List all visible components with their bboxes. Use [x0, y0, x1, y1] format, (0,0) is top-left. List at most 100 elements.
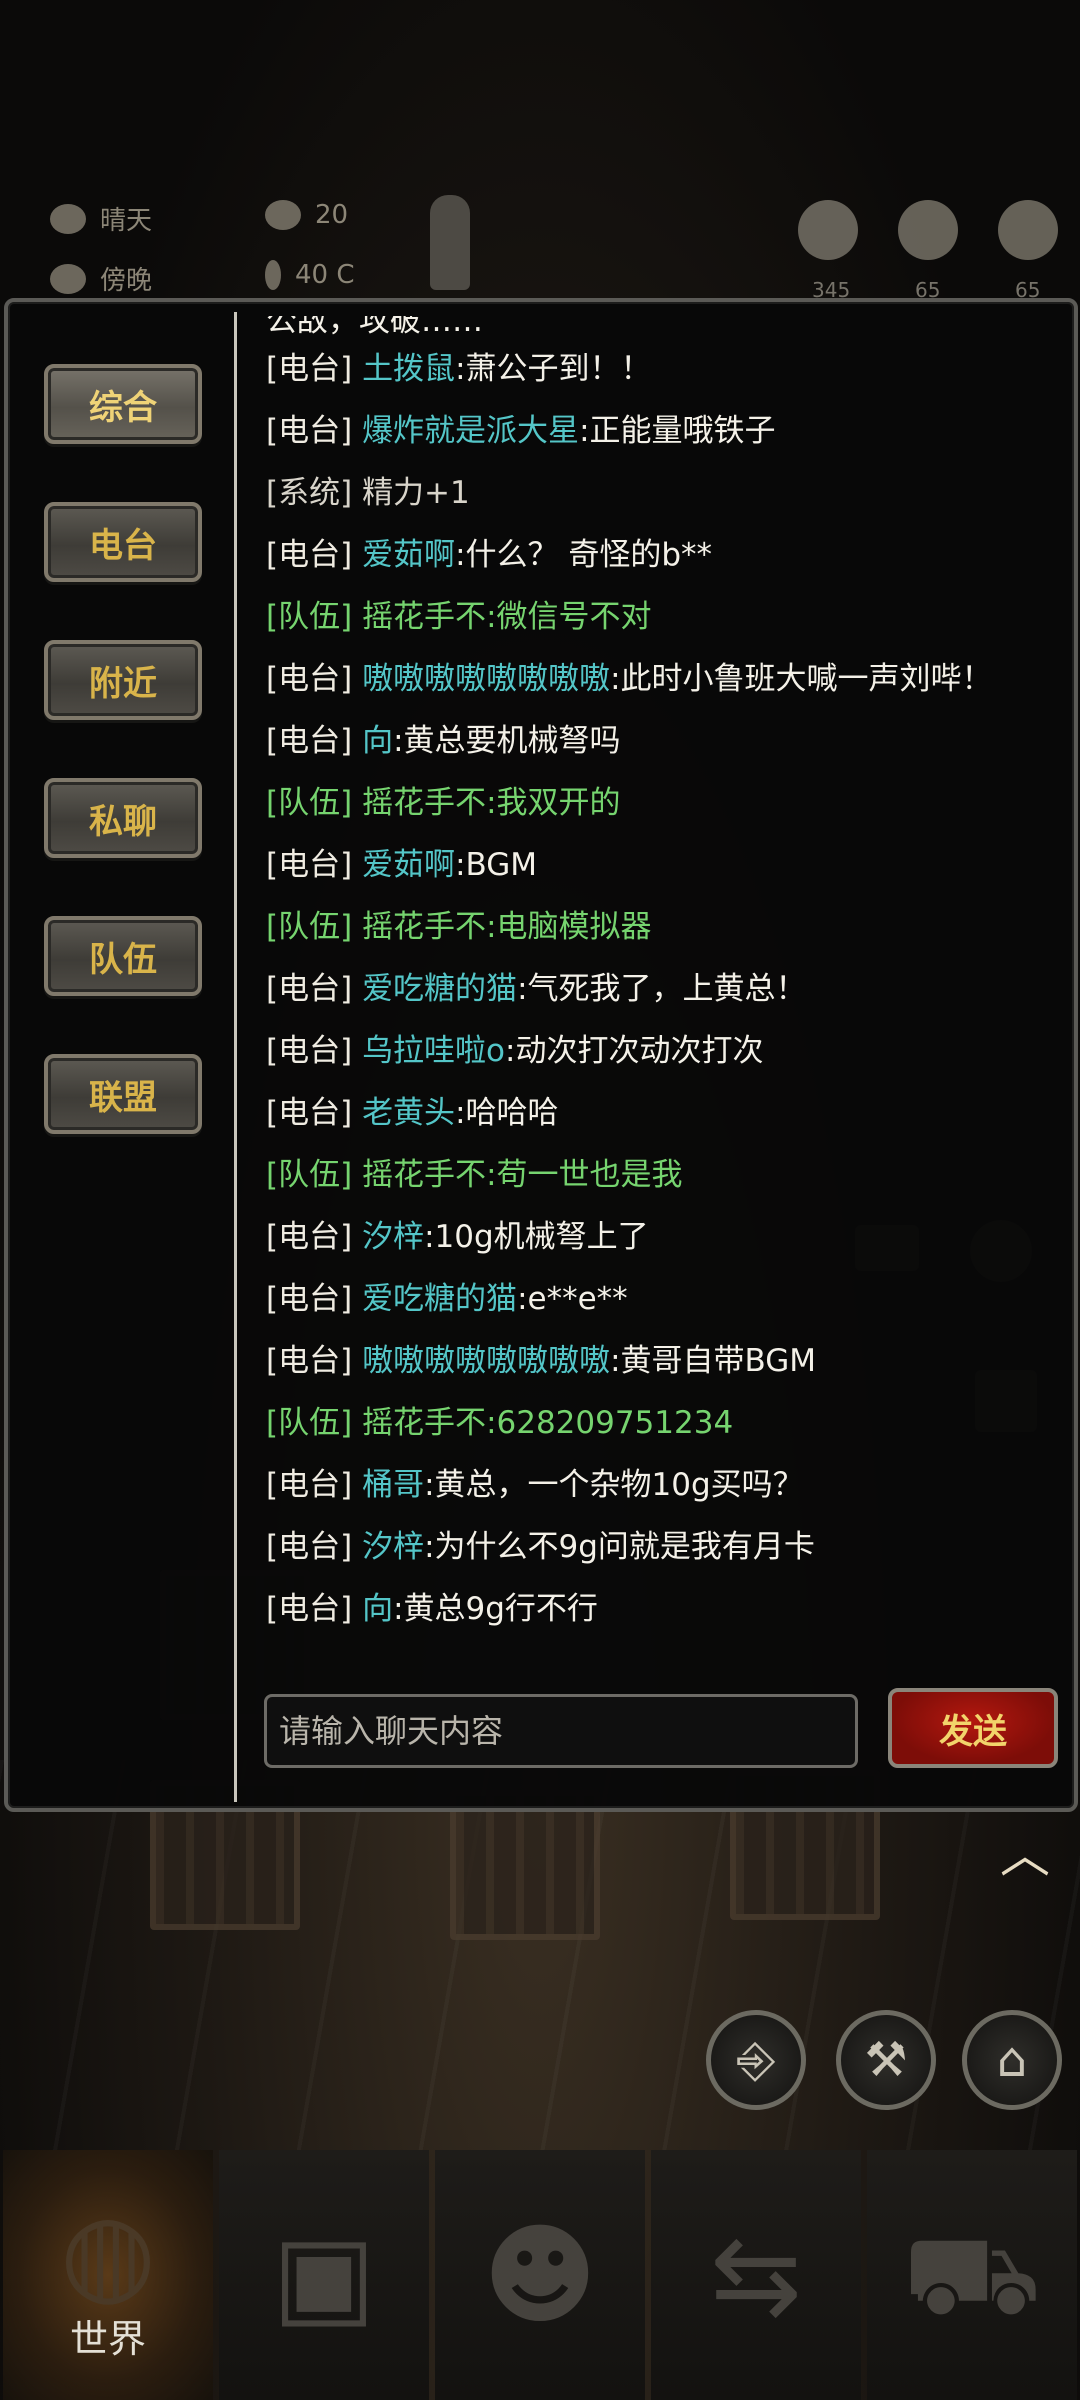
- character-body-icon[interactable]: [430, 195, 470, 290]
- message-sender[interactable]: 摇花手不: [362, 1405, 486, 1441]
- message-text: :黄总要机械弩吗: [393, 723, 621, 759]
- message-text: :黄总，一个杂物10g买吗？: [424, 1467, 804, 1503]
- chat-message: [电台] 向:黄总9g行不行: [266, 1578, 1066, 1640]
- message-channel: [队伍]: [266, 909, 353, 945]
- radiation-value: 20: [315, 200, 349, 230]
- message-sender[interactable]: 汐梓: [362, 1219, 424, 1255]
- message-sender[interactable]: 摇花手不: [362, 599, 486, 635]
- nav-skills[interactable]: ☻: [435, 2150, 645, 2400]
- message-sender[interactable]: 嗷嗷嗷嗷嗷嗷嗷嗷: [362, 661, 610, 697]
- message-sender[interactable]: 汐梓: [362, 1529, 424, 1565]
- chat-message: [队伍] 摇花手不:苟一世也是我: [266, 1144, 1066, 1206]
- message-channel: [电台]: [266, 537, 353, 573]
- message-sender[interactable]: 爱茹啊: [362, 537, 455, 573]
- message-channel: [电台]: [266, 1343, 353, 1379]
- message-sender[interactable]: 向: [362, 723, 393, 759]
- tab-radio[interactable]: 电台: [44, 502, 202, 582]
- message-text: :萧公子到！！: [455, 351, 652, 387]
- message-sender[interactable]: 爆炸就是派大星: [362, 413, 579, 449]
- tab-general[interactable]: 综合: [44, 364, 202, 444]
- message-channel: [电台]: [266, 1281, 353, 1317]
- chat-input[interactable]: [264, 1694, 858, 1768]
- clock-icon: [50, 263, 86, 294]
- chat-message: [系统] 精力+1: [266, 462, 1066, 524]
- message-sender[interactable]: 桶哥: [362, 1467, 424, 1503]
- message-sender[interactable]: 向: [362, 1591, 393, 1627]
- nav-trade[interactable]: ⇆: [651, 2150, 861, 2400]
- chat-message: [电台] 爆炸就是派大星:正能量哦铁子: [266, 400, 1066, 462]
- message-sender[interactable]: 摇花手不: [362, 1157, 486, 1193]
- collapse-up-icon[interactable]: ︿: [990, 1830, 1060, 1880]
- message-channel: [电台]: [266, 1467, 353, 1503]
- nav-inventory[interactable]: ▣: [219, 2150, 429, 2400]
- message-text: :哈哈哈: [455, 1095, 559, 1131]
- chat-message: [电台] 爱茹啊:BGM: [266, 834, 1066, 896]
- tab-team[interactable]: 队伍: [44, 916, 202, 996]
- tab-nearby[interactable]: 附近: [44, 640, 202, 720]
- message-text: :我双开的: [486, 785, 621, 821]
- exit-door-icon[interactable]: ⎆: [706, 2010, 806, 2110]
- chat-message: [队伍] 摇花手不:电脑模拟器: [266, 896, 1066, 958]
- message-text: :10g机械弩上了: [424, 1219, 649, 1255]
- tab-private[interactable]: 私聊: [44, 778, 202, 858]
- thermometer-icon: [265, 260, 281, 290]
- message-text: :e**e**: [517, 1281, 628, 1317]
- message-channel: [电台]: [266, 413, 353, 449]
- radiation-icon: [265, 200, 301, 230]
- time-label: 傍晚: [100, 266, 153, 296]
- message-sender[interactable]: 摇花手不: [362, 909, 486, 945]
- message-sender[interactable]: 土拨鼠: [362, 351, 455, 387]
- brain-head-icon: [998, 200, 1058, 260]
- message-channel: [电台]: [266, 723, 353, 759]
- message-sender[interactable]: 爱吃糖的猫: [362, 1281, 517, 1317]
- temperature-indicator: 40 C: [265, 260, 355, 290]
- nav-shop[interactable]: ⛟: [867, 2150, 1077, 2400]
- message-sender[interactable]: 爱茹啊: [362, 847, 455, 883]
- message-channel: [系统]: [266, 475, 353, 511]
- chat-message: [电台] 嗷嗷嗷嗷嗷嗷嗷嗷:此时小鲁班大喊一声刘哔！: [266, 648, 1066, 710]
- chat-panel: 综合 电台 附近 私聊 队伍 联盟 公敌，攻破…… [电台] 土拨鼠:萧公子到！！…: [4, 298, 1078, 1812]
- chat-message: [电台] 土拨鼠:萧公子到！！: [266, 338, 1066, 400]
- weather-label: 晴天: [100, 206, 153, 236]
- message-text: 公敌，攻破……: [266, 316, 483, 338]
- message-text: :628209751234: [486, 1405, 734, 1441]
- nav-world[interactable]: ◍ 世界: [3, 2150, 213, 2400]
- head-gear-icon: ☻: [482, 2211, 598, 2339]
- message-sender[interactable]: 嗷嗷嗷嗷嗷嗷嗷嗷: [362, 1343, 610, 1379]
- heart-icon: [798, 200, 858, 260]
- swap-icon: ⇆: [709, 2211, 803, 2339]
- message-text: :为什么不9g问就是我有月卡: [424, 1529, 815, 1565]
- chat-message: [电台] 嗷嗷嗷嗷嗷嗷嗷嗷:黄哥自带BGM: [266, 1330, 1066, 1392]
- build-hammer-icon[interactable]: ⚒: [836, 2010, 936, 2110]
- message-sender[interactable]: 老黄头: [362, 1095, 455, 1131]
- message-channel: [电台]: [266, 1033, 353, 1069]
- chat-message: [电台] 汐梓:为什么不9g问就是我有月卡: [266, 1516, 1066, 1578]
- home-settings-icon[interactable]: ⌂: [962, 2010, 1062, 2110]
- chat-message: [电台] 爱茹啊:什么？ 奇怪的b**: [266, 524, 1066, 586]
- globe-icon: ◍: [60, 2188, 156, 2317]
- chat-message: [电台] 乌拉哇啦o:动次打次动次打次: [266, 1020, 1066, 1082]
- message-channel: [电台]: [266, 661, 353, 697]
- crate: [450, 1790, 600, 1940]
- message-sender[interactable]: 乌拉哇啦o: [362, 1033, 505, 1069]
- chat-message: [电台] 向:黄总要机械弩吗: [266, 710, 1066, 772]
- message-text: :什么？ 奇怪的b**: [455, 537, 713, 573]
- cart-icon: ⛟: [902, 2211, 1042, 2339]
- tab-alliance[interactable]: 联盟: [44, 1054, 202, 1134]
- chat-message: 公敌，攻破……: [266, 316, 1066, 338]
- message-text: :黄总9g行不行: [393, 1591, 598, 1627]
- message-channel: [队伍]: [266, 1157, 353, 1193]
- chat-message-list[interactable]: 公敌，攻破…… [电台] 土拨鼠:萧公子到！！ [电台] 爆炸就是派大星:正能量哦铁…: [266, 316, 1066, 1656]
- message-channel: [电台]: [266, 1095, 353, 1131]
- message-channel: [电台]: [266, 847, 353, 883]
- message-sender[interactable]: 爱吃糖的猫: [362, 971, 517, 1007]
- message-sender[interactable]: 摇花手不: [362, 785, 486, 821]
- send-button[interactable]: 发送: [888, 1688, 1058, 1768]
- message-text: :BGM: [455, 847, 537, 883]
- stomach-icon: [898, 200, 958, 260]
- message-text: 精力+1: [362, 475, 470, 511]
- message-text: :气死我了，上黄总！: [517, 971, 807, 1007]
- message-channel: [队伍]: [266, 599, 353, 635]
- message-text: :微信号不对: [486, 599, 652, 635]
- message-channel: [电台]: [266, 351, 353, 387]
